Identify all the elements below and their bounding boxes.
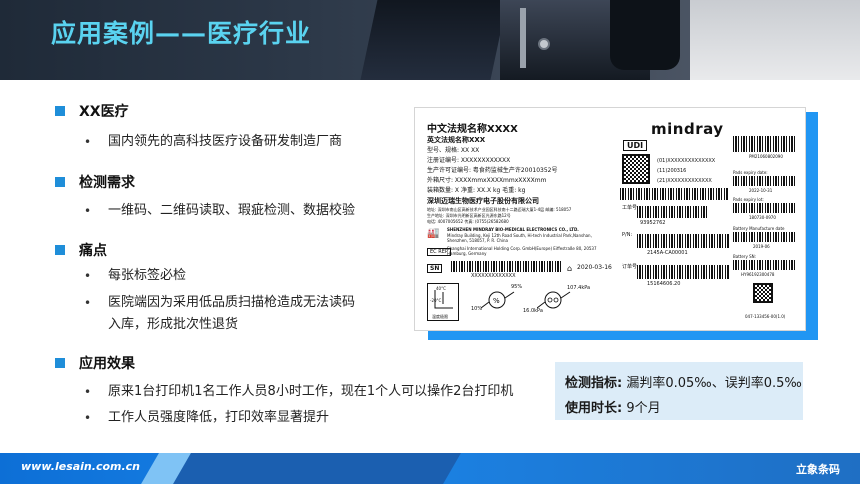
product-label-image: 中文法规名称XXXX 英文法规名称XXX 型号、规格: XX XX 注册证编号:…	[414, 107, 806, 331]
machine-photo-part	[358, 0, 512, 80]
sn-value: XXXXXXXXXXXXX	[471, 273, 516, 279]
section-title: 检测需求	[79, 175, 135, 191]
battery-date-value: 2019-06	[753, 244, 770, 249]
footer-bar: www.lesain.com.cn 立象条码	[0, 453, 860, 484]
list-item: • 国内领先的高科技医疗设备研发制造厂商	[84, 134, 343, 149]
factory-icon: 🏭	[427, 228, 440, 239]
pn-value: 2145A-CA00001	[647, 250, 688, 256]
square-bullet-icon	[55, 106, 65, 116]
udi-line: (11)200316	[657, 168, 687, 174]
udi-qr-code	[622, 154, 650, 184]
manufacture-date: 2020-03-16	[577, 264, 612, 271]
list-item-continuation: 入库，形成批次性退货	[108, 317, 239, 332]
label-line: 生产许可证编号: 粤食药监械生产许20010352号	[427, 167, 558, 174]
machine-photo-part	[538, 38, 550, 50]
machine-photo-part	[520, 8, 526, 68]
label-line: 型号、规格: XX XX	[427, 147, 480, 154]
footer-url-link[interactable]: www.lesain.com.cn	[21, 460, 140, 473]
manufacture-date-icon: ⌂	[567, 264, 573, 273]
pads-expiry-barcode	[733, 176, 795, 186]
list-item: • 一维码、二维码读取、瑕疵检测、数据校验	[84, 203, 356, 218]
pads-code: PM21060802090	[749, 154, 783, 159]
label-manufacturer-en: SHENZHEN MINDRAY BIO-MEDICAL ELECTRONICS…	[447, 227, 579, 232]
battery-date-barcode	[733, 232, 795, 242]
humidity-min: 10%	[471, 306, 483, 312]
pads-lot-barcode	[733, 203, 795, 213]
mindray-logo: mindray	[651, 120, 724, 138]
machine-photo-part	[690, 0, 860, 80]
document-number: 047-133456-00(1.0)	[745, 314, 786, 319]
udi-badge: UDI	[623, 140, 648, 151]
order-barcode	[637, 265, 729, 279]
work-order-barcode	[637, 206, 707, 218]
sn-barcode	[451, 261, 561, 272]
square-bullet-icon	[55, 177, 65, 187]
list-item: • 工作人员强度降低，打印效率显著提升	[84, 410, 330, 425]
metric-value: 漏判率0.05‰、误判率0.5‰	[626, 376, 802, 391]
machine-photo-part	[610, 0, 680, 70]
section-results: 应用效果 • 原来1台打印机1名工作人员8小时工作，现在1个人可以操作2台打印机 …	[55, 351, 513, 425]
pads-lot-label: Pads expiry lot:	[733, 197, 764, 202]
order-value: 15164606.20	[647, 281, 681, 287]
section-company: XX医疗 • 国内领先的高科技医疗设备研发制造厂商	[55, 99, 342, 149]
label-line: 外箱尺寸: XXXXmmxXXXXmmxXXXXmm	[427, 177, 547, 184]
label-title-cn: 中文法规名称XXXX	[427, 124, 518, 135]
metric-key: 使用时长:	[565, 401, 623, 416]
battery-sn-barcode	[733, 260, 795, 270]
udi-line: (21)XXXXXXXXXXXXX	[657, 178, 712, 184]
footer-stripe	[173, 453, 461, 484]
metric-row: 使用时长: 9个月	[565, 397, 661, 416]
pressure-min: 16.0kPa	[523, 308, 543, 314]
section-requirements: 检测需求 • 一维码、二维码读取、瑕疵检测、数据校验	[55, 170, 355, 218]
label-manufacturer-address: Mindray Building, Keji 12th Road South, …	[447, 233, 592, 243]
humidity-limit-icon: %	[481, 291, 515, 309]
pn-label: P/N:	[622, 232, 633, 238]
section-pain-points: 痛点 • 每张标签必检 • 医院端因为采用低品质扫描枪造成无法读码 入库，形成批次性…	[55, 238, 355, 332]
metric-key: 检测指标:	[565, 376, 623, 391]
list-item: • 医院端因为采用低品质扫描枪造成无法读码	[84, 295, 356, 310]
header-banner: 应用案例——医疗行业	[0, 0, 860, 80]
section-title: 应用效果	[79, 356, 135, 372]
battery-date-label: Battery Manufacture date	[733, 226, 785, 231]
label-line: 装箱数量: X 净重: XX.X kg 毛重: kg	[427, 187, 526, 194]
pn-barcode	[637, 234, 729, 248]
label-line: 注册证编号: XXXXXXXXXXXX	[427, 157, 511, 164]
metrics-box: 检测指标: 漏判率0.05‰、误判率0.5‰ 使用时长: 9个月	[555, 362, 803, 420]
label-title-en: 英文法规名称XXX	[427, 136, 486, 144]
metric-value: 9个月	[626, 401, 661, 416]
square-bullet-icon	[55, 358, 65, 368]
label-rep-address: Shanghai International Holding Corp. Gmb…	[447, 246, 597, 256]
pads-lot-value: 180730-0970	[749, 215, 776, 220]
udi-line: (01)XXXXXXXXXXXXXX	[657, 158, 716, 164]
metric-row: 检测指标: 漏判率0.05‰、误判率0.5‰	[565, 372, 802, 391]
svg-text:%: %	[493, 297, 500, 305]
label-company-cn: 深圳迈瑞生物医疗电子股份有限公司	[427, 197, 539, 205]
section-title: XX医疗	[79, 104, 129, 120]
battery-sn-label: Battery SN:	[733, 254, 756, 259]
pads-expiry-value: 2022-10-31	[749, 188, 773, 193]
list-item: • 原来1台打印机1名工作人员8小时工作，现在1个人可以操作2台打印机	[84, 384, 514, 399]
list-item: • 每张标签必检	[84, 268, 187, 283]
barcode	[620, 188, 728, 200]
sn-symbol: SN	[427, 264, 443, 273]
page-title: 应用案例——医疗行业	[51, 19, 312, 48]
work-order-value: 93952762	[640, 220, 666, 226]
battery-sn-value: HY96192300478	[741, 272, 775, 277]
pads-expiry-label: Pads expiry date:	[733, 170, 768, 175]
label-company-phone: 电话: 4007005652 传真: (0755)26582680	[427, 219, 509, 224]
pads-barcode	[733, 136, 795, 152]
temperature-limit-icon: 40°C -20°C 温度极限	[427, 283, 459, 321]
label-qr-code	[753, 283, 773, 303]
square-bullet-icon	[55, 245, 65, 255]
footer-brand: 立象条码	[796, 463, 840, 476]
section-title: 痛点	[79, 243, 107, 259]
